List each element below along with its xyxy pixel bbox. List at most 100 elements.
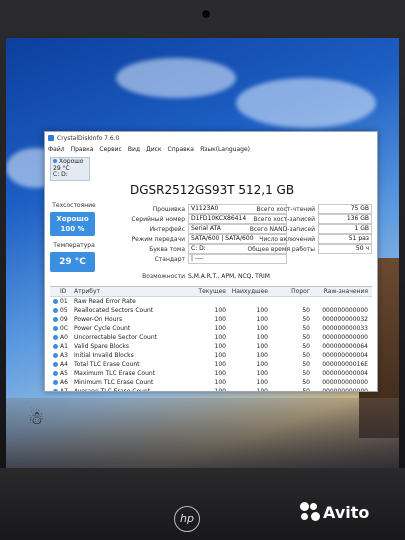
cell-attribute: Raw Read Error Rate bbox=[74, 298, 136, 305]
menu-language[interactable]: Язык(Language) bbox=[200, 146, 250, 153]
temp-label: Температура bbox=[53, 242, 95, 249]
stat-row: Общее время работы 50 ч bbox=[245, 244, 372, 254]
menu-disk[interactable]: Диск bbox=[146, 146, 162, 153]
cell-attribute: Average TLC Erase Count bbox=[74, 388, 151, 392]
health-badge[interactable]: Хорошо 100 % bbox=[50, 212, 95, 236]
avito-text: Avito bbox=[323, 502, 370, 522]
stat-key: Число включений bbox=[259, 235, 315, 243]
window-title: CrystalDiskInfo 7.6.0 bbox=[57, 134, 120, 142]
cell-current: 100 bbox=[214, 388, 226, 392]
cell-id: 05 bbox=[60, 307, 68, 314]
drive-tab-status: Хорошо bbox=[59, 158, 84, 165]
status-dot-icon bbox=[50, 335, 60, 340]
cell-threshold: 50 bbox=[302, 370, 310, 377]
health-panel: Техсостояние Хорошо 100 % Температура 29… bbox=[50, 200, 98, 272]
cell-id: 09 bbox=[60, 316, 68, 323]
cell-worst: 100 bbox=[256, 370, 268, 377]
cell-raw: 000000000033 bbox=[322, 325, 368, 332]
status-dot-icon bbox=[50, 344, 60, 349]
cell-current: 100 bbox=[214, 334, 226, 341]
cell-attribute: Minimum TLC Erase Count bbox=[74, 379, 154, 386]
table-row[interactable]: A4 Total TLC Erase Count 100 100 50 000000000… bbox=[50, 360, 372, 369]
stat-row: Всего хост-записей 136 GB bbox=[245, 214, 372, 224]
status-dot-icon bbox=[50, 326, 60, 331]
drive-tab[interactable]: Хорошо 29 °C C: D: bbox=[50, 157, 90, 181]
stat-value: 50 ч bbox=[318, 244, 372, 254]
table-row[interactable]: 01 Raw Read Error Rate bbox=[50, 297, 372, 306]
cell-attribute: Total TLC Erase Count bbox=[74, 361, 140, 368]
health-text: Хорошо bbox=[56, 215, 89, 223]
cell-current: 100 bbox=[214, 370, 226, 377]
menu-file[interactable]: Файл bbox=[48, 146, 65, 153]
table-row[interactable]: 05 Reallocated Sectors Count 100 100 50 00000… bbox=[50, 306, 372, 315]
status-dot-icon bbox=[52, 380, 58, 385]
col-current[interactable]: Текущее bbox=[184, 288, 226, 295]
cell-id: A6 bbox=[60, 379, 68, 386]
info-key: Буква тома bbox=[149, 245, 185, 253]
table-row[interactable]: A3 Initial Invalid Blocks 100 100 50 00000000… bbox=[50, 351, 372, 360]
status-dot-icon bbox=[50, 308, 60, 313]
features-value: S.M.A.R.T., APM, NCQ, TRIM bbox=[188, 273, 270, 280]
cell-attribute: Uncorrectable Sector Count bbox=[74, 334, 157, 341]
cell-current: 100 bbox=[214, 379, 226, 386]
cell-threshold: 50 bbox=[302, 361, 310, 368]
menu-help[interactable]: Справка bbox=[168, 146, 194, 153]
table-row[interactable]: A7 Average TLC Erase Count 100 100 50 0000000… bbox=[50, 387, 372, 392]
info-key: Режим передачи bbox=[131, 235, 185, 243]
cell-worst: 100 bbox=[256, 307, 268, 314]
cell-raw: 00000000016E bbox=[322, 361, 368, 368]
cell-current: 100 bbox=[214, 307, 226, 314]
menu-edit[interactable]: Правка bbox=[71, 146, 94, 153]
cell-threshold: 50 bbox=[302, 325, 310, 332]
cell-threshold: 50 bbox=[302, 307, 310, 314]
cell-current: 100 bbox=[214, 316, 226, 323]
avito-logo-icon bbox=[300, 502, 320, 522]
table-row[interactable]: 09 Power-On Hours 100 100 50 000000000032 bbox=[50, 315, 372, 324]
drive-stats: Всего хост-чтений 75 GB Всего хост-записе… bbox=[245, 204, 372, 254]
cell-attribute: Maximum TLC Erase Count bbox=[74, 370, 156, 377]
col-threshold[interactable]: Порог bbox=[268, 288, 310, 295]
shoreline bbox=[6, 398, 399, 468]
cell-threshold: 50 bbox=[302, 343, 310, 350]
col-raw[interactable]: Raw-значения bbox=[310, 288, 370, 295]
smart-table: ID Атрибут Текущее Наихудшее Порог Raw-з… bbox=[50, 286, 372, 392]
table-row[interactable]: A6 Minimum TLC Erase Count 100 100 50 0000000… bbox=[50, 378, 372, 387]
col-id[interactable]: ID bbox=[60, 288, 74, 295]
cell-worst: 100 bbox=[256, 316, 268, 323]
cell-current: 100 bbox=[214, 352, 226, 359]
status-dot-icon bbox=[50, 353, 60, 358]
cell-attribute: Power Cycle Count bbox=[74, 325, 131, 332]
menu-bar: Файл Правка Сервис Вид Диск Справка Язык… bbox=[45, 144, 377, 154]
table-row[interactable]: A0 Uncorrectable Sector Count 100 100 50 0000… bbox=[50, 333, 372, 342]
status-dot-icon bbox=[52, 371, 58, 376]
stat-key: Всего NAND-записей bbox=[249, 225, 315, 233]
status-dot-icon bbox=[52, 317, 58, 322]
hp-logo: hp bbox=[174, 506, 200, 532]
menu-service[interactable]: Сервис bbox=[99, 146, 121, 153]
health-percent: 100 % bbox=[60, 225, 85, 233]
table-row[interactable]: A1 Valid Spare Blocks 100 100 50 000000000064 bbox=[50, 342, 372, 351]
status-dot-icon bbox=[50, 371, 60, 376]
stat-row: Число включений 51 раз bbox=[245, 234, 372, 244]
cell-threshold: 50 bbox=[302, 379, 310, 386]
status-dot-icon bbox=[50, 380, 60, 385]
stat-value: 136 GB bbox=[318, 214, 372, 224]
status-dot-icon bbox=[50, 389, 60, 391]
stat-value: 51 раз bbox=[318, 234, 372, 244]
col-worst[interactable]: Наихудшее bbox=[226, 288, 268, 295]
status-dot-icon bbox=[50, 362, 60, 367]
cell-worst: 100 bbox=[256, 388, 268, 392]
stat-value: 75 GB bbox=[318, 204, 372, 214]
person-silhouette: ☃ bbox=[28, 408, 45, 429]
cell-worst: 100 bbox=[256, 343, 268, 350]
cell-raw: 000000000004 bbox=[322, 370, 368, 377]
col-attribute[interactable]: Атрибут bbox=[74, 288, 184, 295]
app-icon bbox=[48, 135, 54, 141]
table-row[interactable]: 0C Power Cycle Count 100 100 50 000000000033 bbox=[50, 324, 372, 333]
menu-view[interactable]: Вид bbox=[128, 146, 140, 153]
cell-id: A1 bbox=[60, 343, 68, 350]
status-dot-icon bbox=[52, 362, 58, 367]
stat-key: Общее время работы bbox=[247, 245, 315, 253]
table-row[interactable]: A5 Maximum TLC Erase Count 100 100 50 0000000… bbox=[50, 369, 372, 378]
cell-raw: 000000000000 bbox=[322, 388, 368, 392]
